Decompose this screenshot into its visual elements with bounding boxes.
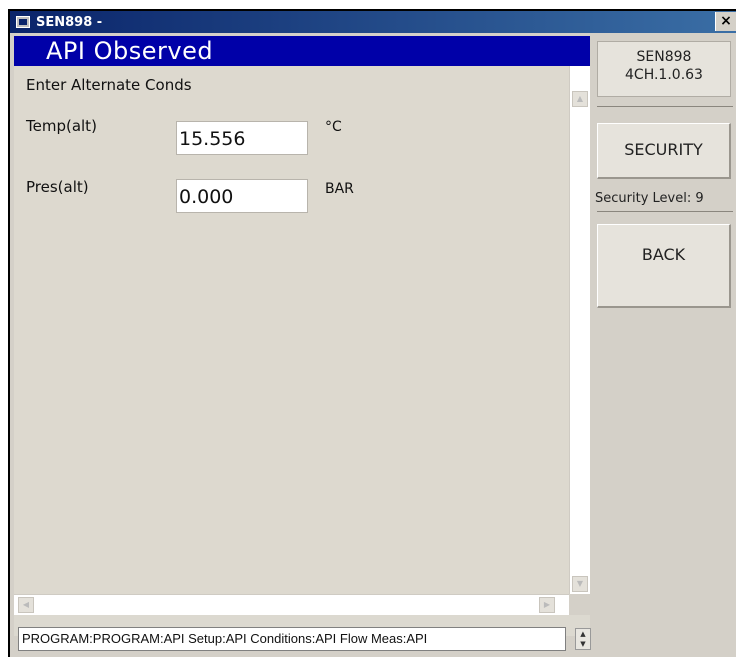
pres-alt-label: Pres(alt) xyxy=(26,178,89,196)
spin-down-icon[interactable]: ▼ xyxy=(576,639,590,649)
scroll-right-icon[interactable]: ▶ xyxy=(539,597,555,613)
close-button[interactable]: × xyxy=(715,12,736,31)
scroll-down-icon[interactable]: ▼ xyxy=(572,576,588,592)
firmware-version: 4CH.1.0.63 xyxy=(625,67,703,83)
temp-alt-input[interactable]: 15.556 xyxy=(176,121,308,155)
back-button[interactable]: BACK xyxy=(597,224,731,308)
divider xyxy=(597,106,733,107)
app-window: SEN898 - × API Observed Enter Alternate … xyxy=(8,9,736,657)
horizontal-scrollbar[interactable]: ◀ ▶ xyxy=(14,594,569,615)
status-spin-button[interactable]: ▲ ▼ xyxy=(575,628,591,650)
pres-alt-unit: BAR xyxy=(325,181,354,197)
form-area: Enter Alternate Conds Temp(alt) 15.556 °… xyxy=(14,66,569,594)
scroll-up-icon[interactable]: ▲ xyxy=(572,91,588,107)
scroll-left-icon[interactable]: ◀ xyxy=(18,597,34,613)
device-name: SEN898 xyxy=(636,49,692,65)
pres-alt-input[interactable]: 0.000 xyxy=(176,179,308,213)
security-level: Security Level: 9 xyxy=(595,191,704,206)
main-panel: API Observed Enter Alternate Conds Temp(… xyxy=(14,36,590,636)
app-icon xyxy=(16,16,30,28)
divider xyxy=(597,211,733,212)
page-title: API Observed xyxy=(14,36,590,66)
window-title: SEN898 - xyxy=(36,14,103,30)
vertical-scrollbar[interactable]: ▲ ▼ xyxy=(569,66,590,594)
status-path: PROGRAM:PROGRAM:API Setup:API Conditions… xyxy=(18,627,566,651)
spin-up-icon[interactable]: ▲ xyxy=(576,629,590,639)
device-info: SEN898 4CH.1.0.63 xyxy=(597,41,731,97)
scrollbar-corner xyxy=(569,594,590,615)
form-subtitle: Enter Alternate Conds xyxy=(26,76,192,94)
security-button[interactable]: SECURITY xyxy=(597,123,731,179)
temp-alt-label: Temp(alt) xyxy=(26,117,97,135)
temp-alt-unit: °C xyxy=(325,119,342,135)
side-panel: SEN898 4CH.1.0.63 SECURITY Security Leve… xyxy=(595,36,736,656)
title-bar[interactable]: SEN898 - × xyxy=(10,11,736,33)
